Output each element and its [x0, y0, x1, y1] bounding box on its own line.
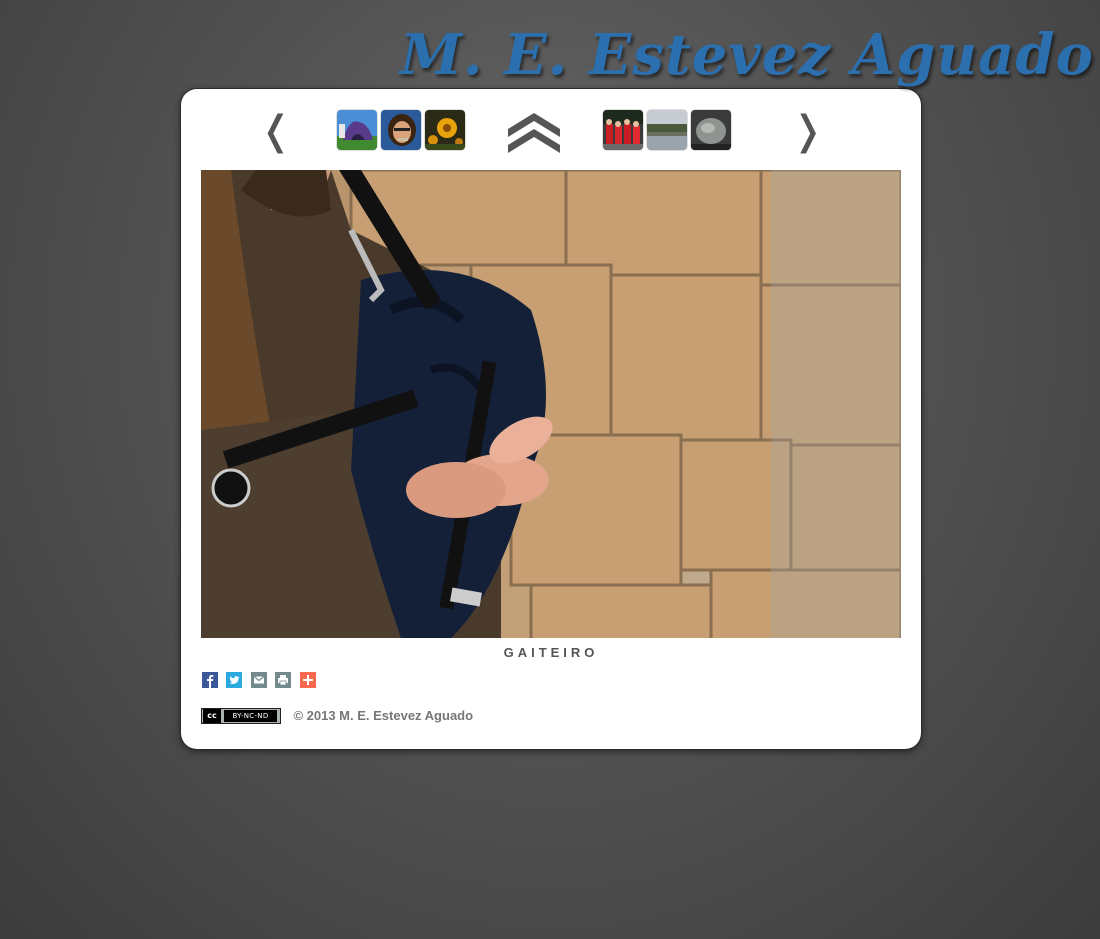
group-red-thumbnail[interactable] — [603, 110, 643, 150]
double-chevron-up-icon[interactable] — [507, 109, 561, 153]
main-photo — [201, 170, 901, 638]
photo-caption: GAITEIRO — [503, 645, 599, 660]
next-arrow-icon[interactable]: ❭ — [791, 111, 825, 151]
share-toolbar — [202, 672, 320, 688]
creative-commons-license-badge[interactable]: cc BY-NC-ND — [201, 707, 281, 724]
twitter-icon[interactable] — [226, 672, 243, 688]
cc-logo-icon: cc — [203, 708, 221, 723]
more-share-icon[interactable] — [299, 672, 316, 688]
footer: cc BY-NC-ND © 2013 M. E. Estevez Aguado — [201, 707, 474, 724]
facebook-icon[interactable] — [202, 672, 218, 688]
stone-thumbnail[interactable] — [691, 110, 731, 150]
copyright-text: © 2013 M. E. Estevez Aguado — [293, 708, 474, 724]
site-title[interactable]: M. E. Estevez Aguado — [400, 22, 1093, 112]
lake-thumbnail[interactable] — [647, 110, 687, 150]
flower-thumbnail[interactable] — [425, 110, 465, 150]
email-icon[interactable] — [250, 672, 267, 688]
license-type-label: BY-NC-ND — [224, 709, 277, 722]
previous-arrow-icon[interactable]: ❬ — [259, 111, 293, 151]
content-panel: ❬ ❭ GAITEIRO cc BY-NC-ND © 2013 M. E. Es… — [181, 89, 921, 749]
print-icon[interactable] — [275, 672, 292, 688]
portrait-thumbnail[interactable] — [381, 110, 421, 150]
tent-thumbnail[interactable] — [337, 110, 377, 150]
